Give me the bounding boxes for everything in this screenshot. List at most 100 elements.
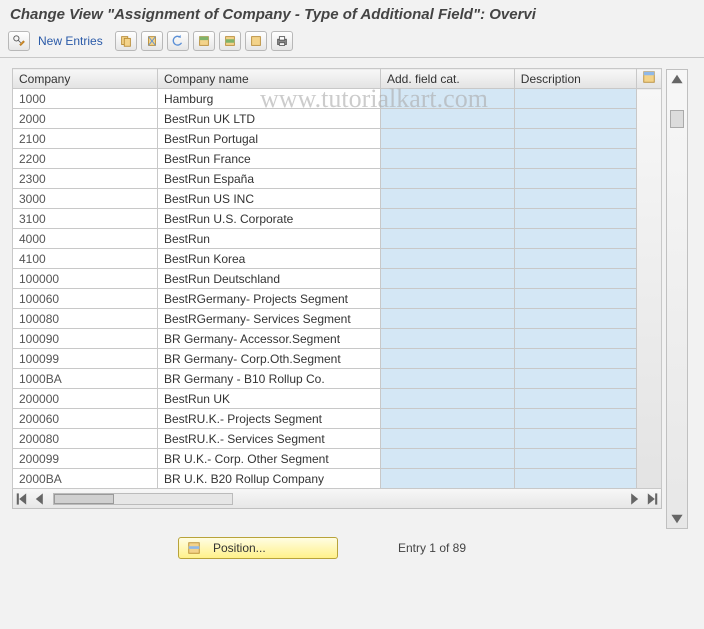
cell-add-field-cat[interactable] [380,209,514,229]
scroll-right-icon[interactable] [627,492,641,506]
cell-company[interactable]: 1000 [13,89,158,109]
scroll-left-icon[interactable] [33,492,47,506]
cell-company-name[interactable]: BestRun US INC [157,189,380,209]
table-row[interactable]: 100099BR Germany- Corp.Oth.Segment [13,349,662,369]
cell-add-field-cat[interactable] [380,289,514,309]
table-row[interactable]: 3000BestRun US INC [13,189,662,209]
table-row[interactable]: 200060BestRU.K.- Projects Segment [13,409,662,429]
cell-company[interactable]: 200099 [13,449,158,469]
cell-description[interactable] [514,129,637,149]
cell-add-field-cat[interactable] [380,189,514,209]
position-button[interactable]: Position... [178,537,338,559]
cell-company-name[interactable]: BestRun France [157,149,380,169]
toggle-display-change-button[interactable] [8,31,30,51]
cell-company-name[interactable]: Hamburg [157,89,380,109]
horizontal-scroll-track[interactable] [53,493,233,505]
print-button[interactable] [271,31,293,51]
cell-description[interactable] [514,269,637,289]
col-company[interactable]: Company [13,69,158,89]
cell-company[interactable]: 1000BA [13,369,158,389]
cell-description[interactable] [514,309,637,329]
cell-company[interactable]: 4100 [13,249,158,269]
cell-description[interactable] [514,149,637,169]
cell-company-name[interactable]: BestRGermany- Projects Segment [157,289,380,309]
undo-button[interactable] [167,31,189,51]
cell-company-name[interactable]: BestRGermany- Services Segment [157,309,380,329]
cell-add-field-cat[interactable] [380,149,514,169]
cell-add-field-cat[interactable] [380,89,514,109]
table-row[interactable]: 100000BestRun Deutschland [13,269,662,289]
cell-add-field-cat[interactable] [380,309,514,329]
cell-description[interactable] [514,349,637,369]
cell-description[interactable] [514,409,637,429]
cell-company[interactable]: 100099 [13,349,158,369]
cell-company[interactable]: 100080 [13,309,158,329]
table-row[interactable]: 3100BestRun U.S. Corporate [13,209,662,229]
cell-company-name[interactable]: BR U.K.- Corp. Other Segment [157,449,380,469]
cell-description[interactable] [514,209,637,229]
deselect-all-button[interactable] [245,31,267,51]
cell-company-name[interactable]: BestRun Deutschland [157,269,380,289]
col-description[interactable]: Description [514,69,637,89]
cell-add-field-cat[interactable] [380,389,514,409]
table-row[interactable]: 200080BestRU.K.- Services Segment [13,429,662,449]
cell-add-field-cat[interactable] [380,169,514,189]
select-block-button[interactable] [219,31,241,51]
cell-description[interactable] [514,329,637,349]
table-row[interactable]: 100080BestRGermany- Services Segment [13,309,662,329]
cell-company-name[interactable]: BR Germany - B10 Rollup Co. [157,369,380,389]
cell-add-field-cat[interactable] [380,329,514,349]
cell-company[interactable]: 3100 [13,209,158,229]
cell-company-name[interactable]: BestRun UK LTD [157,109,380,129]
cell-description[interactable] [514,229,637,249]
col-company-name[interactable]: Company name [157,69,380,89]
cell-company-name[interactable]: BestRun [157,229,380,249]
cell-description[interactable] [514,289,637,309]
cell-description[interactable] [514,429,637,449]
cell-company-name[interactable]: BestRun Portugal [157,129,380,149]
cell-description[interactable] [514,369,637,389]
cell-company[interactable]: 100060 [13,289,158,309]
cell-add-field-cat[interactable] [380,429,514,449]
table-row[interactable]: 100090BR Germany- Accessor.Segment [13,329,662,349]
cell-add-field-cat[interactable] [380,469,514,489]
delete-button[interactable] [141,31,163,51]
select-all-button[interactable] [193,31,215,51]
cell-add-field-cat[interactable] [380,409,514,429]
cell-company-name[interactable]: BestRun España [157,169,380,189]
table-row[interactable]: 200099BR U.K.- Corp. Other Segment [13,449,662,469]
scroll-down-icon[interactable] [670,512,684,526]
cell-company[interactable]: 100090 [13,329,158,349]
cell-description[interactable] [514,249,637,269]
cell-add-field-cat[interactable] [380,249,514,269]
cell-add-field-cat[interactable] [380,449,514,469]
cell-company[interactable]: 2300 [13,169,158,189]
scroll-up-icon[interactable] [670,72,684,86]
table-row[interactable]: 100060BestRGermany- Projects Segment [13,289,662,309]
cell-company[interactable]: 200060 [13,409,158,429]
table-row[interactable]: 2100BestRun Portugal [13,129,662,149]
cell-company[interactable]: 200080 [13,429,158,449]
vertical-scroll-thumb[interactable] [670,110,684,128]
cell-company[interactable]: 2000 [13,109,158,129]
select-all-column-button[interactable] [637,69,662,89]
table-row[interactable]: 1000BABR Germany - B10 Rollup Co. [13,369,662,389]
cell-add-field-cat[interactable] [380,349,514,369]
cell-company[interactable]: 200000 [13,389,158,409]
horizontal-scroll-thumb[interactable] [54,494,114,504]
table-row[interactable]: 4000BestRun [13,229,662,249]
cell-company-name[interactable]: BR Germany- Accessor.Segment [157,329,380,349]
cell-add-field-cat[interactable] [380,129,514,149]
cell-company[interactable]: 2100 [13,129,158,149]
cell-description[interactable] [514,189,637,209]
cell-company-name[interactable]: BR Germany- Corp.Oth.Segment [157,349,380,369]
cell-company-name[interactable]: BestRun UK [157,389,380,409]
cell-add-field-cat[interactable] [380,369,514,389]
vertical-scrollbar[interactable] [666,69,688,529]
cell-description[interactable] [514,109,637,129]
cell-add-field-cat[interactable] [380,269,514,289]
table-row[interactable]: 2200BestRun France [13,149,662,169]
scroll-first-icon[interactable] [15,492,29,506]
cell-description[interactable] [514,89,637,109]
cell-company-name[interactable]: BR U.K. B20 Rollup Company [157,469,380,489]
